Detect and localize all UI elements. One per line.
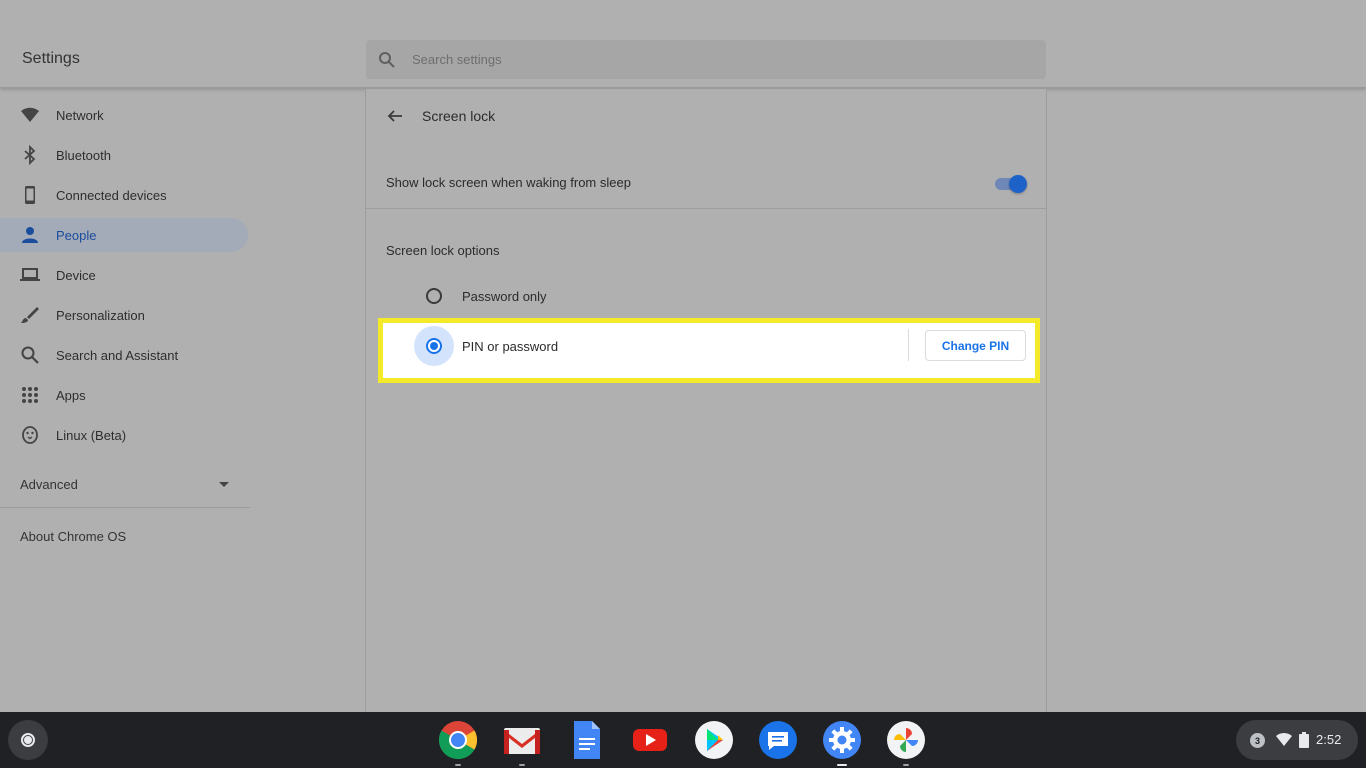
launcher-button[interactable]	[8, 720, 48, 760]
settings-header: Settings	[0, 0, 1366, 88]
toggle-knob	[1009, 175, 1027, 193]
sidebar-item-label: People	[56, 227, 97, 243]
running-indicator	[455, 764, 461, 766]
play-store-icon[interactable]	[694, 720, 734, 760]
youtube-icon[interactable]	[630, 720, 670, 760]
option-label: PIN or password	[462, 339, 559, 354]
search-input[interactable]	[412, 40, 1012, 79]
linux-penguin-icon	[20, 425, 40, 445]
sidebar-item-connected-devices[interactable]: Connected devices	[0, 178, 248, 212]
laptop-icon	[20, 265, 40, 285]
section-label: Screen lock options	[386, 243, 500, 258]
sidebar-item-personalization[interactable]: Personalization	[0, 298, 248, 332]
radio-dot	[430, 342, 438, 350]
sidebar: Network Bluetooth Connected devices Peop…	[0, 89, 250, 712]
clock: 2:52	[1316, 732, 1342, 747]
advanced-label: Advanced	[20, 476, 78, 492]
brush-icon	[20, 305, 40, 325]
phone-icon	[20, 185, 40, 205]
shelf: 3 2:52	[0, 712, 1366, 768]
sidebar-item-network[interactable]: Network	[0, 98, 248, 132]
running-indicator-active	[837, 764, 847, 766]
sidebar-item-label: Bluetooth	[56, 147, 111, 163]
sidebar-item-label: Linux (Beta)	[56, 427, 127, 443]
wifi-icon	[1276, 732, 1292, 746]
status-tray[interactable]: 3 2:52	[1236, 720, 1358, 760]
running-indicator	[903, 764, 909, 766]
sidebar-item-label: Connected devices	[56, 187, 167, 203]
sidebar-item-device[interactable]: Device	[0, 258, 248, 292]
app-title: Settings	[22, 50, 80, 67]
back-arrow-icon[interactable]	[386, 107, 404, 125]
sidebar-item-bluetooth[interactable]: Bluetooth	[0, 138, 248, 172]
search-icon	[379, 52, 395, 68]
launcher-icon	[21, 733, 35, 747]
person-icon	[20, 225, 40, 245]
lock-on-wake-label: Show lock screen when waking from sleep	[386, 175, 631, 190]
sidebar-item-linux[interactable]: Linux (Beta)	[0, 418, 248, 452]
notification-count-badge: 3	[1250, 733, 1265, 748]
bluetooth-icon	[20, 145, 40, 165]
chrome-icon[interactable]	[438, 720, 478, 766]
sidebar-item-people[interactable]: People	[0, 218, 248, 252]
search-icon	[20, 345, 40, 365]
page-title: Screen lock	[422, 108, 496, 124]
sidebar-item-label: Search and Assistant	[56, 347, 179, 363]
chevron-down-icon	[219, 482, 229, 487]
sidebar-item-label: Personalization	[56, 307, 145, 323]
search-box[interactable]	[366, 40, 1046, 79]
sidebar-item-apps[interactable]: Apps	[0, 378, 248, 412]
settings-icon[interactable]	[822, 720, 862, 766]
sidebar-item-label: Apps	[56, 387, 86, 403]
battery-icon	[1299, 732, 1309, 748]
sidebar-item-search-and-assistant[interactable]: Search and Assistant	[0, 338, 248, 372]
section-divider	[366, 208, 1046, 209]
running-indicator	[519, 764, 525, 766]
docs-icon[interactable]	[566, 720, 606, 760]
option-password-only[interactable]: Password only	[366, 278, 1046, 314]
apps-grid-icon	[20, 385, 40, 405]
about-chrome-os-link[interactable]: About Chrome OS	[20, 529, 126, 544]
lock-on-wake-toggle[interactable]	[995, 175, 1027, 193]
change-pin-button[interactable]: Change PIN	[925, 330, 1026, 361]
photos-icon[interactable]	[886, 720, 926, 766]
sidebar-item-label: Device	[56, 267, 96, 283]
sidebar-item-label: Network	[56, 107, 104, 123]
radio-unselected-icon[interactable]	[426, 288, 442, 304]
radio-selected-icon[interactable]	[426, 338, 442, 354]
gmail-icon[interactable]	[502, 720, 542, 766]
messages-icon[interactable]	[758, 720, 798, 760]
vertical-separator	[908, 329, 909, 361]
wifi-icon	[20, 105, 40, 125]
option-label: Password only	[462, 288, 547, 304]
advanced-toggle[interactable]: Advanced	[20, 474, 236, 494]
sidebar-divider	[0, 507, 250, 508]
option-pin-or-password[interactable]: PIN or password Change PIN	[378, 318, 1040, 383]
main-card: Screen lock Show lock screen when waking…	[365, 89, 1047, 712]
